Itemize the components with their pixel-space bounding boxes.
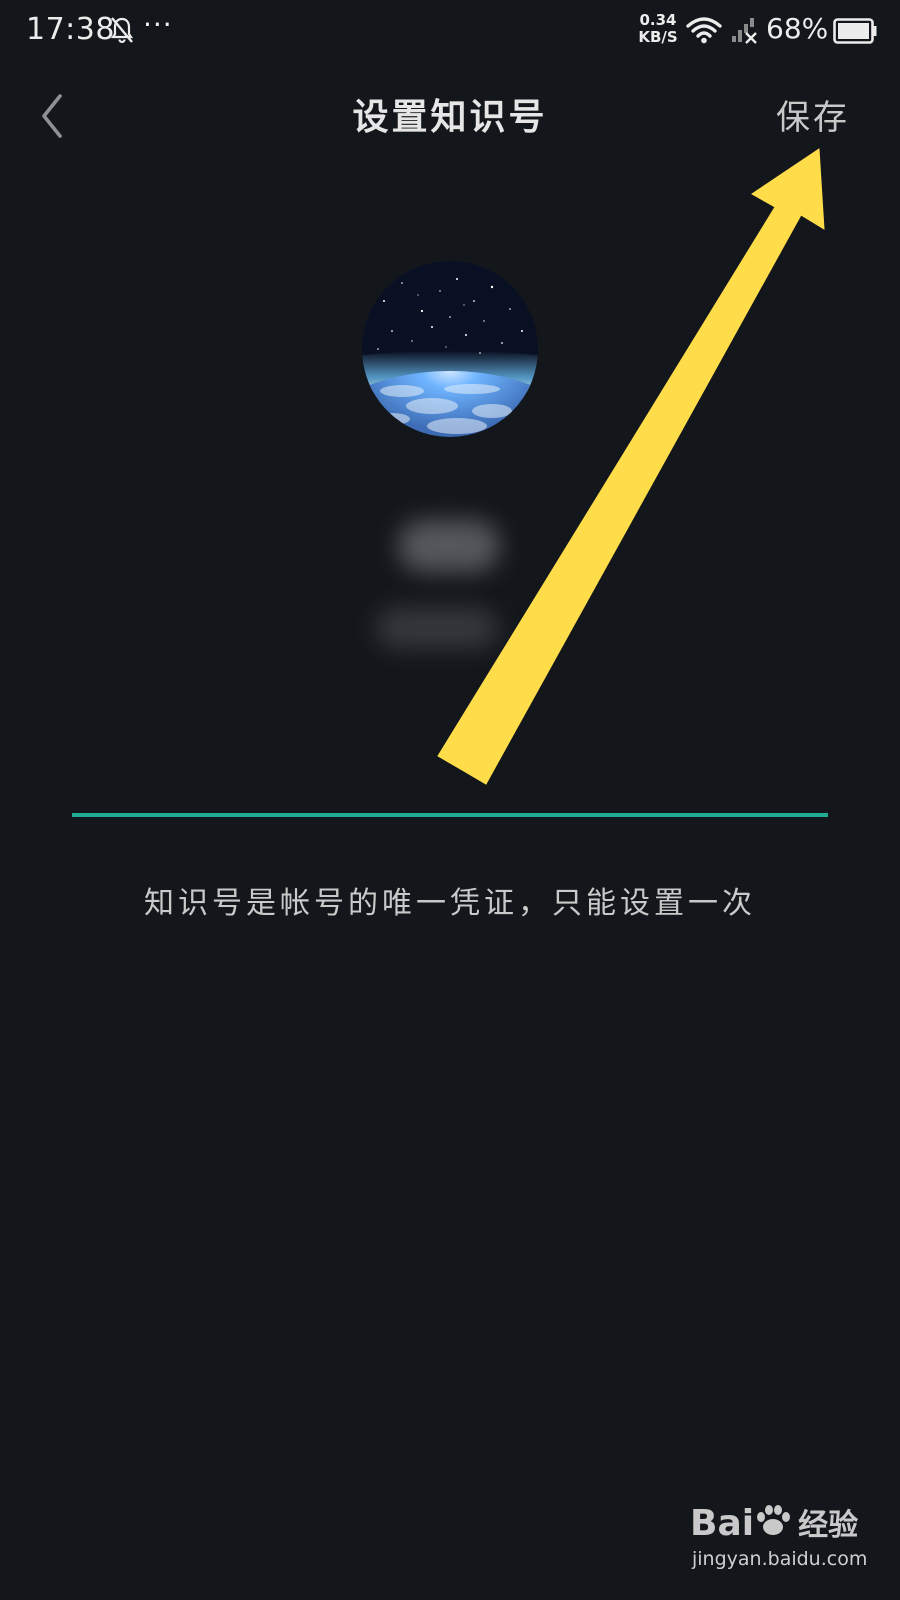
baidu-jingyan-watermark: Bai 经验 jingyan.baidu.com	[690, 1500, 880, 1580]
page-title: 设置知识号	[352, 96, 548, 138]
knowledge-id-input[interactable]	[72, 740, 832, 794]
input-underline	[72, 813, 828, 817]
status-bar: 17:38 ··· 0.34 KB/S 68%	[0, 0, 900, 64]
battery-percent: 68%	[766, 12, 829, 45]
watermark-brand-latin: Bai	[690, 1503, 755, 1544]
status-more-dots: ···	[143, 8, 173, 41]
wifi-icon	[686, 17, 722, 44]
watermark-brand-cn: 经验	[798, 1508, 859, 1543]
bell-muted-icon	[110, 17, 134, 44]
hint-text: 知识号是帐号的唯一凭证，只能设置一次	[144, 886, 756, 921]
status-time: 17:38	[26, 12, 115, 47]
annotation-arrow-icon	[437, 148, 825, 785]
network-speed-unit: KB/S	[638, 28, 678, 46]
battery-icon	[833, 18, 877, 44]
watermark-brand: Bai 经验	[690, 1500, 858, 1544]
paw-icon	[757, 1505, 791, 1535]
avatar[interactable]	[362, 261, 538, 437]
blurred-nickname	[398, 520, 500, 572]
blurred-account-id	[376, 608, 498, 648]
cellular-signal-icon	[732, 18, 757, 44]
avatar-earth-image	[362, 261, 538, 437]
save-button[interactable]: 保存	[776, 90, 850, 139]
watermark-url: jingyan.baidu.com	[692, 1548, 868, 1570]
network-speed-value: 0.34	[639, 11, 677, 29]
network-speed: 0.34 KB/S	[636, 12, 680, 46]
